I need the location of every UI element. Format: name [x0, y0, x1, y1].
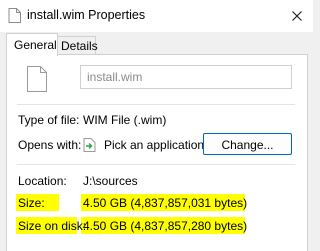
location-value: J:\sources — [83, 174, 138, 188]
change-button[interactable]: Change... — [203, 133, 292, 155]
close-icon[interactable] — [285, 4, 309, 28]
separator — [17, 164, 295, 165]
location-label: Location: — [18, 174, 67, 188]
type-of-file-value: WIM File (.wim) — [83, 113, 167, 127]
file-name-field[interactable] — [80, 65, 292, 89]
opens-with-label: Opens with: — [18, 138, 82, 152]
tab-general-label: General — [14, 38, 57, 52]
opens-with-value: Pick an application — [104, 138, 205, 152]
tab-details[interactable]: Details — [56, 36, 98, 55]
type-of-file-label: Type of file: — [18, 113, 80, 127]
size-on-disk-value: 4.50 GB (4,837,857,280 bytes) — [83, 219, 248, 233]
tab-details-label: Details — [61, 39, 98, 53]
pick-app-icon — [83, 138, 96, 152]
size-label: Size: — [18, 196, 45, 210]
document-icon — [26, 66, 48, 92]
tab-general[interactable]: General — [6, 33, 58, 56]
document-icon — [8, 8, 21, 23]
window-title: install.wim Properties — [27, 8, 146, 22]
file-name-input[interactable] — [81, 67, 287, 87]
size-value: 4.50 GB (4,837,857,031 bytes) — [83, 196, 248, 210]
separator — [17, 104, 295, 105]
title-bar: install.wim Properties — [0, 0, 313, 32]
size-on-disk-label: Size on disk: — [18, 219, 87, 233]
